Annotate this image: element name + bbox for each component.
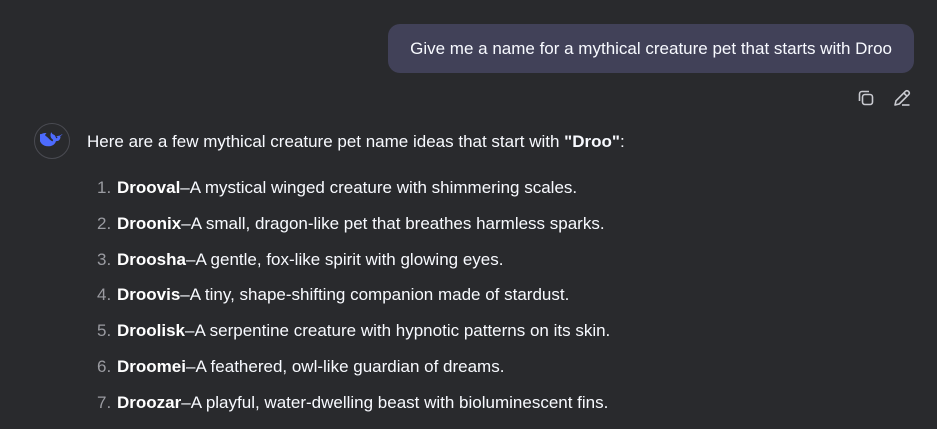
item-name: Droovis xyxy=(117,285,181,305)
list-item: 6. Droomei – A feathered, owl-like guardi… xyxy=(97,353,610,389)
item-description: A serpentine creature with hypnotic patt… xyxy=(194,321,611,341)
copy-icon xyxy=(858,90,874,106)
item-separator: – xyxy=(181,392,191,412)
chat-page: Give me a name for a mythical creature p… xyxy=(0,0,937,429)
intro-text: Here are a few mythical creature pet nam… xyxy=(87,132,565,151)
item-number: 2. xyxy=(97,213,112,233)
edit-button[interactable] xyxy=(891,87,913,109)
list-item: 7. Droozar – A playful, water-dwelling be… xyxy=(97,389,610,425)
list-item: 5. Droolisk – A serpentine creature with … xyxy=(97,317,610,353)
edit-pencil-icon xyxy=(894,89,911,106)
list-item: 3. Droosha – A gentle, fox-like spirit wi… xyxy=(97,246,610,282)
item-separator: – xyxy=(185,321,195,341)
item-description: A small, dragon-like pet that breathes h… xyxy=(190,213,605,233)
item-number: 3. xyxy=(97,249,112,269)
reply-intro: Here are a few mythical creature pet nam… xyxy=(87,128,917,156)
item-description: A mystical winged creature with shimmeri… xyxy=(189,178,578,197)
assistant-reply: Here are a few mythical creature pet nam… xyxy=(87,128,917,412)
item-separator: – xyxy=(180,178,190,197)
item-separator: – xyxy=(185,249,196,269)
copy-button[interactable] xyxy=(855,87,877,109)
item-name: Droolisk xyxy=(117,321,186,341)
whale-logo-icon xyxy=(40,132,63,147)
user-message-bubble: Give me a name for a mythical creature p… xyxy=(388,24,914,73)
item-description: A tiny, shape-shifting companion made of… xyxy=(189,285,570,305)
item-name: Droozar xyxy=(117,392,182,412)
item-description: A playful, water-dwelling beast with bio… xyxy=(190,392,609,412)
item-number: 5. xyxy=(97,321,112,341)
list-item: 1. Drooval – A mystical winged creature w… xyxy=(97,174,610,210)
item-name: Droonix xyxy=(117,213,182,233)
item-name: Drooval xyxy=(117,178,181,197)
item-separator: – xyxy=(180,285,190,305)
item-number: 6. xyxy=(97,356,112,376)
item-description: A feathered, owl-like guardian of dreams… xyxy=(195,356,505,376)
message-actions xyxy=(855,87,913,109)
list-item: 4. Droovis – A tiny, shape-shifting compa… xyxy=(97,281,610,317)
intro-bold-prefix: "Droo" xyxy=(564,132,620,151)
item-separator: – xyxy=(185,356,196,376)
item-number: 1. xyxy=(97,178,112,197)
intro-suffix: : xyxy=(619,132,625,151)
assistant-avatar xyxy=(34,123,70,159)
user-message-text: Give me a name for a mythical creature p… xyxy=(410,38,892,58)
item-name: Droosha xyxy=(117,249,186,269)
item-name: Droomei xyxy=(117,356,186,376)
name-list: 1. Drooval – A mystical winged creature w… xyxy=(97,174,610,425)
item-number: 7. xyxy=(97,392,112,412)
item-description: A gentle, fox-like spirit with glowing e… xyxy=(195,249,504,269)
list-item: 2. Droonix – A small, dragon-like pet tha… xyxy=(97,210,610,246)
item-separator: – xyxy=(181,213,191,233)
item-number: 4. xyxy=(97,285,112,305)
